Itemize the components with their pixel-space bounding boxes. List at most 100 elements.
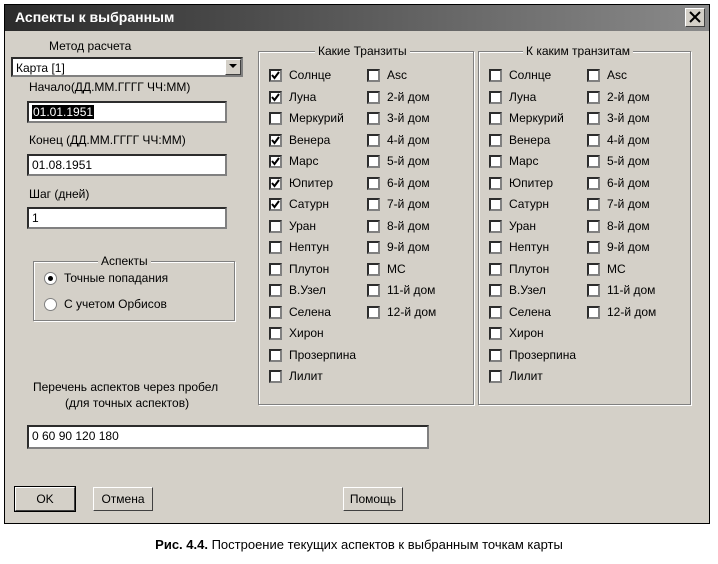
checkbox-label: 2-й дом: [387, 89, 430, 104]
checkbox-box: [489, 219, 502, 233]
checkbox-label: Сатурн: [289, 197, 330, 211]
radio-label: Точные попадания: [64, 271, 169, 285]
checkbox-box: [269, 69, 282, 82]
radio-label: С учетом Орбисов: [64, 297, 167, 311]
caption-number: Рис. 4.4.: [155, 537, 208, 552]
checkbox-label: Лилит: [289, 369, 323, 383]
checkbox-box: [587, 241, 600, 254]
checkbox-label: Плутон: [289, 261, 330, 276]
checkbox-box: [489, 262, 502, 276]
close-icon: [689, 11, 701, 23]
checkbox-box: [489, 284, 502, 297]
aspect-list-label-2: (для точных аспектов): [65, 396, 190, 410]
checkbox-label: MC: [607, 261, 626, 276]
close-button[interactable]: [685, 8, 705, 27]
checkbox-label: Венера: [509, 132, 551, 147]
aspects-group: Аспекты Точные попадания С учетом Орбисо…: [33, 254, 235, 321]
checkbox-label: Венера: [289, 132, 331, 147]
checkbox-box: [367, 112, 380, 125]
checkbox-label: Юпитер: [289, 175, 334, 190]
start-input[interactable]: 01.01.1951: [27, 101, 227, 123]
checkbox-label: 3-й дом: [387, 111, 430, 125]
title-bar: Аспекты к выбранным: [5, 5, 709, 31]
start-value: 01.01.1951: [32, 105, 95, 119]
checkbox-label: Asc: [607, 68, 628, 82]
checkbox-box: [587, 69, 600, 82]
step-input[interactable]: 1: [27, 207, 227, 229]
end-input[interactable]: 01.08.1951: [27, 154, 227, 176]
checkbox-label: В.Узел: [289, 283, 326, 297]
checkbox-box: [489, 69, 502, 82]
checkbox-box: [587, 133, 600, 147]
checkbox-box: [489, 327, 502, 340]
checkbox-box: [269, 348, 282, 362]
check-icon: [271, 157, 280, 166]
check-icon: [271, 71, 280, 80]
dialog-window: Аспекты к выбранным Метод расчета Карта …: [4, 4, 710, 524]
checkbox-box: [489, 348, 502, 362]
checkbox-label: 12-й дом: [387, 304, 437, 319]
checkbox-box: [489, 176, 502, 190]
checkbox-box: [489, 305, 502, 319]
method-select[interactable]: Карта [1]: [11, 57, 243, 77]
checkbox-box: [269, 219, 282, 233]
end-value: 01.08.1951: [32, 158, 93, 172]
checkbox-box: [489, 133, 502, 147]
targets-title: К каким транзитам: [523, 44, 634, 58]
targets-group: К каким транзитам Солнце Луна Меркурий Вене…: [478, 44, 691, 405]
checkbox-box: [367, 176, 380, 190]
end-label: Конец (ДД.ММ.ГГГГ ЧЧ:ММ): [29, 133, 186, 147]
checkbox-box: [587, 90, 600, 104]
checkbox-box: [367, 69, 380, 82]
checkbox-label: Луна: [509, 89, 537, 104]
checkbox-label: 7-й дом: [607, 197, 650, 211]
checkbox-box: [367, 262, 380, 276]
method-value: Карта [1]: [16, 61, 65, 75]
checkbox-label: Уран: [289, 218, 317, 233]
checkbox-box: [489, 198, 502, 211]
checkbox-box: [587, 155, 600, 168]
checkbox-box: [367, 155, 380, 168]
ok-button[interactable]: OK: [14, 486, 76, 512]
checkbox-label: Юпитер: [509, 175, 554, 190]
help-button[interactable]: Помощь: [343, 487, 403, 511]
checkbox-label: Прозерпина: [289, 347, 357, 362]
transits-group: Какие Транзиты Солнце Луна Меркурий Венера М…: [258, 44, 474, 405]
checkbox-box: [269, 305, 282, 319]
checkbox-label: Селена: [289, 304, 331, 319]
checkbox-label: Уран: [509, 218, 537, 233]
checkbox-label: 4-й дом: [607, 132, 650, 147]
checkbox-label: Солнце: [289, 68, 332, 82]
checkbox-box: [587, 305, 600, 319]
checkbox-box: [489, 241, 502, 254]
checkbox-box: [367, 198, 380, 211]
checkbox-label: 6-й дом: [607, 175, 650, 190]
checkbox-box: [489, 112, 502, 125]
checkbox-box: [367, 241, 380, 254]
check-icon: [271, 135, 280, 145]
checkbox-box: [489, 90, 502, 104]
checkbox-label: 6-й дом: [387, 175, 430, 190]
dropdown-button[interactable]: [225, 59, 241, 75]
aspect-list-input[interactable]: 0 60 90 120 180: [27, 425, 429, 449]
checkbox-label: MC: [387, 261, 406, 276]
chevron-down-icon: [229, 64, 237, 68]
checkbox-label: Луна: [289, 89, 317, 104]
checkbox-label: Хирон: [509, 326, 544, 340]
checkbox-label: 8-й дом: [387, 218, 430, 233]
checkbox-label: Прозерпина: [509, 347, 577, 362]
checkbox-box: [367, 90, 380, 104]
checkbox-label: Марс: [509, 154, 539, 168]
cancel-button[interactable]: Отмена: [93, 487, 153, 511]
check-icon: [271, 92, 280, 102]
method-label: Метод расчета: [49, 39, 132, 53]
checkbox-box: [269, 241, 282, 254]
checkbox-label: Меркурий: [509, 111, 564, 125]
checkbox-box: [587, 284, 600, 297]
checkbox-box: [367, 219, 380, 233]
checkbox-box: [587, 176, 600, 190]
checkbox-label: 11-й дом: [607, 283, 656, 297]
checkbox-box: [269, 155, 282, 168]
checkbox-box: [269, 327, 282, 340]
checkbox-box: [269, 370, 282, 383]
